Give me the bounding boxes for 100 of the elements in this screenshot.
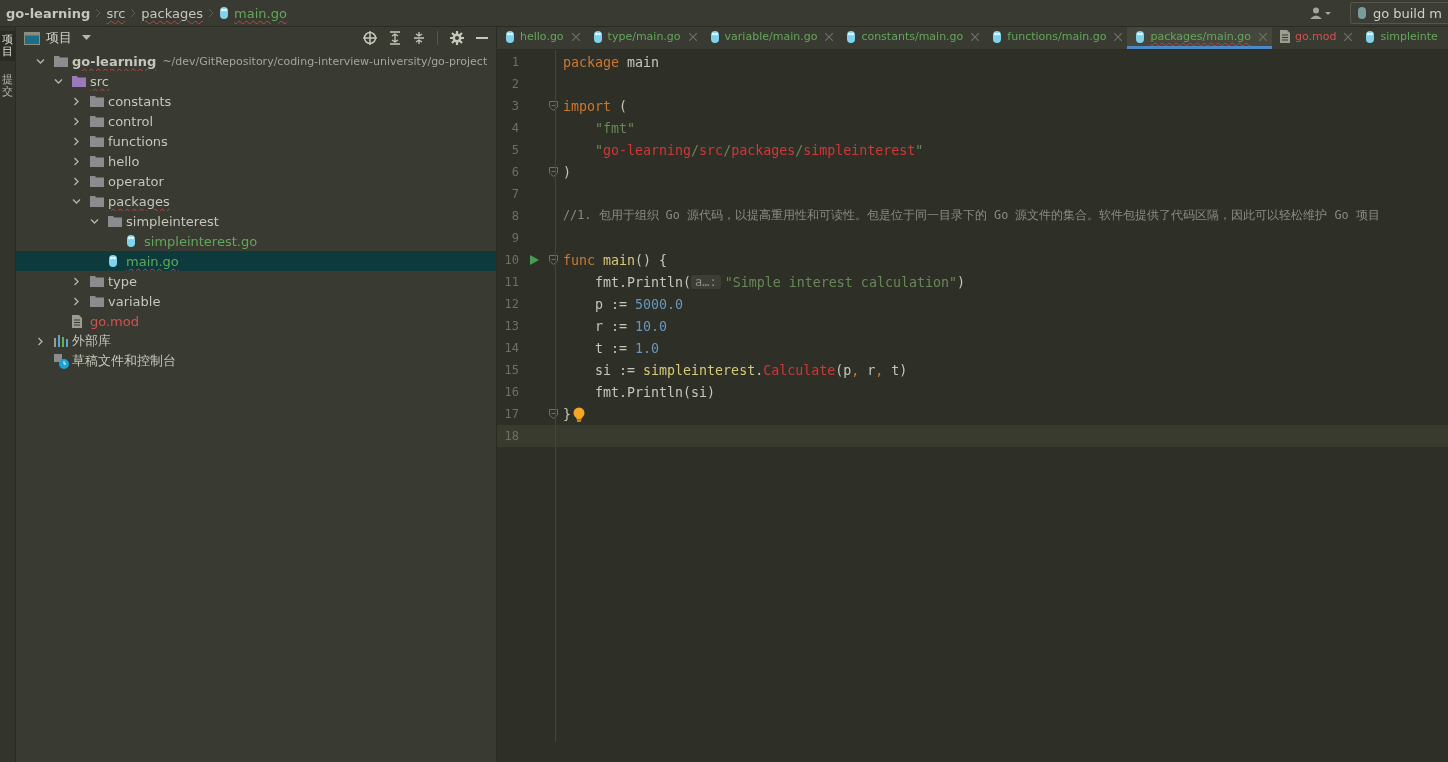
chevron-right-icon[interactable] — [72, 156, 81, 166]
tree-item[interactable]: operator — [16, 171, 496, 191]
line-number: 8 — [510, 209, 519, 223]
tree-item[interactable]: src — [16, 71, 496, 91]
tab-label: constants/main.go — [861, 30, 964, 43]
line-number: 4 — [510, 121, 519, 135]
line-number: 2 — [510, 77, 519, 91]
tree-item[interactable]: main.go — [16, 251, 496, 271]
code-token: si := — [594, 362, 637, 378]
code-token: main — [626, 54, 660, 70]
breadcrumb[interactable]: src — [106, 5, 126, 21]
tree-item[interactable]: 外部库 — [16, 331, 496, 351]
editor-tab[interactable]: type/main.go — [584, 27, 702, 49]
line-number: 15 — [503, 363, 519, 377]
chevron-right-icon[interactable] — [72, 276, 81, 286]
chevron-down-icon[interactable] — [36, 56, 45, 66]
code-token: t) — [890, 362, 908, 378]
folder-icon — [108, 215, 122, 227]
settings-icon[interactable] — [450, 31, 464, 45]
code-token: " — [915, 142, 924, 158]
tree-item-label: simpleinterest — [126, 213, 219, 229]
code-token: p := — [594, 296, 629, 312]
tree-item[interactable]: 草稿文件和控制台 — [16, 351, 496, 371]
chevron-right-icon[interactable] — [72, 296, 81, 306]
run-configuration-button[interactable]: go build m — [1349, 2, 1448, 24]
scratch-clock-icon — [54, 353, 69, 369]
line-number: 10 — [503, 253, 519, 267]
line-number: 12 — [503, 297, 519, 311]
code-token: / — [691, 142, 700, 158]
side-tab[interactable]: 提交 — [0, 71, 15, 102]
line-number: 5 — [510, 143, 519, 157]
chevron-down-icon[interactable] — [54, 76, 63, 86]
caret-icon[interactable] — [82, 35, 91, 41]
code-token: . — [755, 362, 764, 378]
tree-item[interactable]: variable — [16, 291, 496, 311]
breadcrumb[interactable]: packages — [141, 5, 203, 21]
line-number: 7 — [510, 187, 519, 201]
tree-item[interactable]: control — [16, 111, 496, 131]
folder-icon — [90, 275, 104, 287]
tree-item-label: hello — [108, 153, 140, 169]
tree-item-label: constants — [108, 93, 172, 109]
tree-item[interactable]: packages — [16, 191, 496, 211]
tree-item[interactable]: type — [16, 271, 496, 291]
code-token: simpleinterest — [643, 362, 756, 378]
code-token: " — [594, 142, 604, 158]
code-token: ( — [618, 98, 628, 114]
line-number: 16 — [503, 385, 519, 399]
code-token: fmt.Println( — [594, 274, 692, 290]
breadcrumb-separator-icon — [130, 8, 137, 18]
code-token: fmt.Println(si) — [594, 384, 716, 400]
line-number: 17 — [503, 407, 519, 421]
file-icon — [1280, 30, 1290, 43]
tree-item[interactable]: functions — [16, 131, 496, 151]
locate-icon[interactable] — [363, 31, 377, 45]
chevron-right-icon[interactable] — [72, 176, 81, 186]
chevron-down-icon[interactable] — [72, 196, 81, 206]
code-token: 5000.0 — [635, 296, 684, 312]
tab-label: packages/main.go — [1150, 30, 1251, 43]
editor-tab[interactable]: hello.go — [497, 27, 585, 49]
gopher-file-icon — [1135, 29, 1146, 44]
breadcrumb[interactable]: main.go — [234, 5, 287, 21]
folder-icon — [90, 135, 104, 147]
tab-label: functions/main.go — [1007, 30, 1107, 43]
tree-item[interactable]: simpleinterest.go — [16, 231, 496, 251]
code-token: "fmt" — [594, 120, 636, 136]
chevron-right-icon[interactable] — [72, 116, 81, 126]
breadcrumb[interactable]: go-learning — [6, 5, 91, 21]
tree-item[interactable]: go-learning ~/dev/GitRepository/coding-interview-university/go-project — [16, 51, 496, 71]
file-icon — [72, 314, 82, 328]
editor-tab[interactable]: functions/main.go — [984, 27, 1128, 49]
folder-icon — [90, 195, 104, 207]
line-number: 6 — [510, 165, 519, 179]
user-icon[interactable] — [1309, 7, 1332, 19]
tree-item-label: packages — [108, 193, 170, 209]
collapse-all-icon[interactable] — [413, 31, 425, 45]
editor-tab[interactable]: variable/main.go — [701, 27, 839, 49]
tab-label: type/main.go — [607, 30, 681, 43]
gopher-file-icon — [846, 29, 857, 44]
editor-tab[interactable]: constants/main.go — [838, 27, 985, 49]
chevron-down-icon[interactable] — [90, 216, 99, 226]
lightbulb-icon[interactable] — [573, 406, 585, 422]
run-icon[interactable] — [529, 255, 539, 265]
code-token: Calculate — [763, 362, 836, 378]
expand-all-icon[interactable] — [389, 31, 401, 45]
chevron-right-icon[interactable] — [36, 336, 45, 346]
panel-title[interactable]: 项目 — [46, 29, 72, 47]
tree-item-label: control — [108, 113, 154, 129]
code-token: func — [563, 252, 596, 268]
tree-item-label: src — [90, 73, 109, 89]
tree-item[interactable]: simpleinterest — [16, 211, 496, 231]
editor-tab[interactable]: simpleinte — [1357, 27, 1443, 49]
gopher-file-icon — [709, 29, 720, 44]
code-token: 1.0 — [635, 340, 660, 356]
code-token: } — [563, 406, 571, 422]
chevron-right-icon[interactable] — [72, 136, 81, 146]
tree-item[interactable]: hello — [16, 151, 496, 171]
tree-item[interactable]: constants — [16, 91, 496, 111]
code-token: //1. 包用于组织 Go 源代码，以提高重用性和可读性。包是位于同一目录下的 Go 源文件的集合。软件包提供了代码区隔，因此可以轻松维护 Go 项目 — [563, 208, 1380, 224]
chevron-right-icon[interactable] — [72, 96, 81, 106]
side-tab[interactable]: 项目 — [0, 31, 15, 62]
